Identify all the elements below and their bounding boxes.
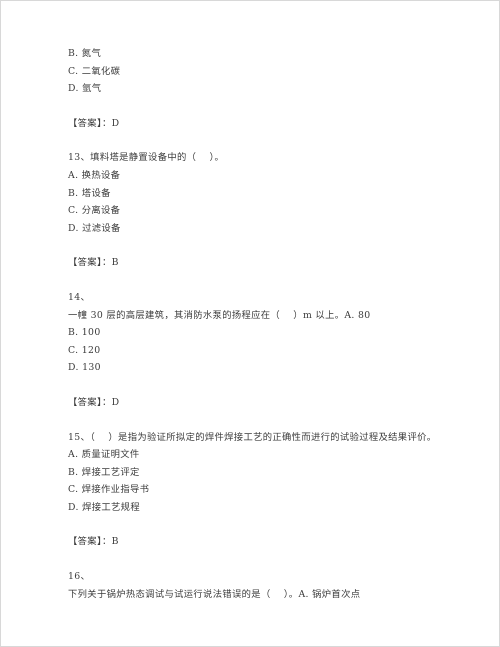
- option-item: C. 焊接作业指导书: [68, 484, 150, 496]
- question-stem: 一幢 30 层的高层建筑，其消防水泵的扬程应在（ ）m 以上。A. 80: [68, 309, 371, 321]
- answer-line: 【答案】：D: [68, 396, 120, 408]
- answer-line: 【答案】：B: [68, 257, 119, 269]
- question-block-16: 16、 下列关于锅炉热态调试与试运行说法错误的是（ ）。A. 锅炉首次点: [68, 568, 444, 603]
- option-item: B. 焊接工艺评定: [68, 466, 140, 478]
- question-block-12-tail: B. 氮气 C. 二氧化碳 D. 氩气: [68, 45, 444, 98]
- option-item: A. 质量证明文件: [68, 449, 140, 461]
- question-number: 16、: [68, 571, 91, 583]
- option-item: D. 130: [68, 362, 101, 374]
- document-page: B. 氮气 C. 二氧化碳 D. 氩气 【答案】：D 13、填料塔是静置设备中的…: [0, 0, 500, 647]
- option-item: B. 氮气: [68, 48, 102, 59]
- question-stem: 13、填料塔是静置设备中的（ ）。: [68, 152, 225, 164]
- question-number: 14、: [68, 291, 91, 303]
- answer-line: 【答案】：B: [68, 536, 119, 548]
- option-item: D. 焊接工艺规程: [68, 501, 140, 513]
- option-item: C. 120: [68, 344, 101, 356]
- document-content: B. 氮气 C. 二氧化碳 D. 氩气 【答案】：D 13、填料塔是静置设备中的…: [68, 45, 444, 603]
- question-stem: 下列关于锅炉热态调试与试运行说法错误的是（ ）。A. 锅炉首次点: [68, 588, 361, 600]
- answer-line: 【答案】：D: [68, 117, 120, 129]
- option-item: C. 分离设备: [68, 205, 121, 217]
- option-item: B. 100: [68, 327, 101, 339]
- question-block-13: 13、填料塔是静置设备中的（ ）。 A. 换热设备 B. 塔设备 C. 分离设备…: [68, 149, 444, 237]
- option-item: B. 塔设备: [68, 187, 111, 199]
- option-item: D. 过滤设备: [68, 222, 121, 234]
- question-stem: 15、（ ）是指为验证所拟定的焊件焊接工艺的正确性而进行的试验过程及结果评价。: [68, 431, 437, 443]
- option-item: D. 氩气: [68, 83, 102, 95]
- question-block-14: 14、 一幢 30 层的高层建筑，其消防水泵的扬程应在（ ）m 以上。A. 80…: [68, 289, 444, 377]
- option-item: C. 二氧化碳: [68, 65, 121, 77]
- option-item: A. 换热设备: [68, 169, 121, 181]
- question-block-15: 15、（ ）是指为验证所拟定的焊件焊接工艺的正确性而进行的试验过程及结果评价。 …: [68, 429, 444, 517]
